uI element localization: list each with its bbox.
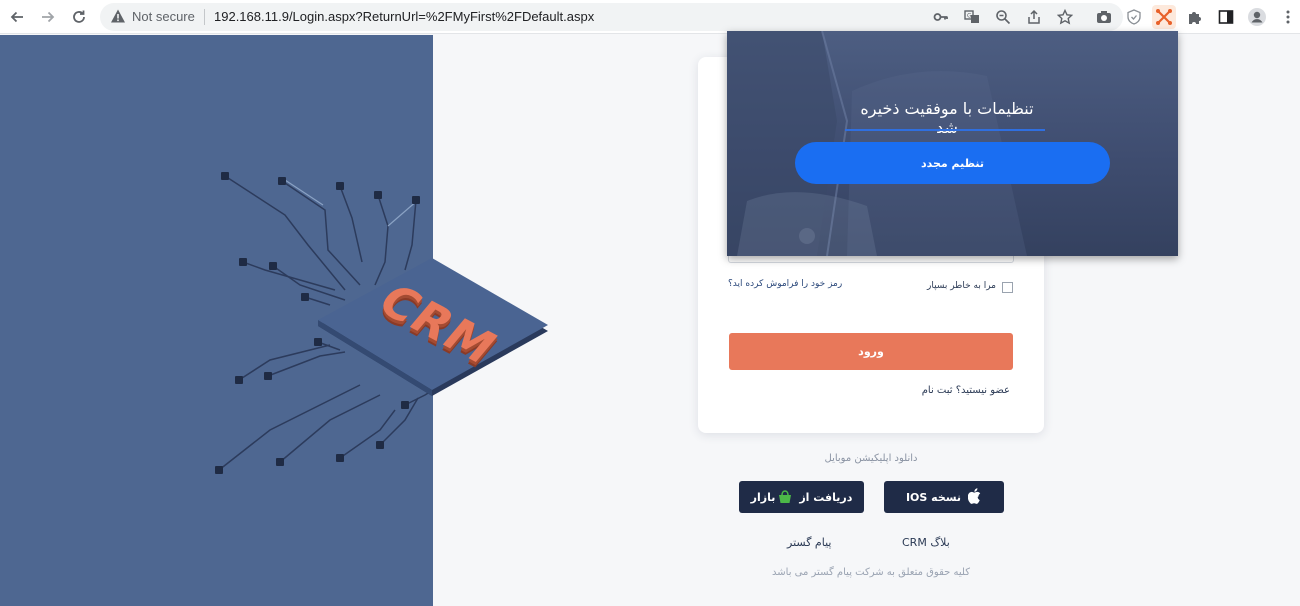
apple-icon — [967, 487, 982, 507]
omnibox-divider — [204, 9, 205, 25]
reload-icon[interactable] — [67, 5, 91, 29]
message-underline — [845, 129, 1045, 131]
payamgostar-link[interactable]: پیام گستر — [787, 536, 831, 549]
url-text[interactable]: 192.168.11.9/Login.aspx?ReturnUrl=%2FMyF… — [214, 9, 594, 24]
bazaar-button-label: دریافت از — [799, 490, 853, 504]
remember-me-label: مرا به خاطر بسپار — [927, 281, 996, 291]
crm-blog-link[interactable]: بلاگ CRM — [902, 536, 950, 549]
circuit-illustration — [215, 172, 548, 474]
address-bar[interactable]: Not secure 192.168.11.9/Login.aspx?Retur… — [100, 3, 1123, 31]
forward-arrow-icon[interactable] — [36, 5, 60, 29]
copyright-text: کلیه حقوق متعلق به شرکت پیام گستر می باش… — [772, 567, 970, 578]
profile-icon[interactable] — [1245, 5, 1269, 29]
share-icon[interactable] — [1024, 7, 1044, 27]
network-extension-icon[interactable] — [1152, 5, 1176, 29]
bazaar-logo-icon: بازار — [751, 490, 793, 504]
back-arrow-icon[interactable] — [5, 5, 29, 29]
reset-button[interactable]: تنظیم مجدد — [795, 142, 1110, 184]
svg-text:G: G — [967, 13, 972, 20]
mobile-download-label: دانلود اپلیکیشن موبایل — [824, 453, 918, 464]
warning-icon — [110, 8, 126, 24]
ios-button-label: نسخه IOS — [905, 490, 962, 504]
menu-icon[interactable] — [1276, 5, 1300, 29]
remember-me-checkbox[interactable] — [1002, 282, 1013, 293]
bazaar-logo-text: بازار — [750, 490, 776, 504]
security-status[interactable]: Not secure — [132, 9, 195, 24]
browser-toolbar: Not secure 192.168.11.9/Login.aspx?Retur… — [0, 0, 1300, 34]
bazaar-download-button[interactable]: دریافت از بازار — [739, 481, 864, 513]
zoom-icon[interactable] — [993, 7, 1013, 27]
translate-icon[interactable]: G — [962, 7, 982, 27]
ios-download-button[interactable]: نسخه IOS — [884, 481, 1004, 513]
login-button[interactable]: ورود — [729, 333, 1013, 370]
camera-icon[interactable] — [1092, 5, 1116, 29]
side-panel-icon[interactable] — [1214, 5, 1238, 29]
forgot-password-link[interactable]: رمز خود را فراموش کرده اید؟ — [728, 279, 842, 289]
puzzle-icon[interactable] — [1183, 5, 1207, 29]
settings-saved-popup: تنظیمات با موفقیت ذخیره شد تنظیم مجدد — [727, 31, 1178, 256]
crm-illustration-panel: CRM — [0, 35, 548, 606]
star-icon[interactable] — [1055, 7, 1075, 27]
settings-saved-message: تنظیمات با موفقیت ذخیره شد — [860, 99, 1034, 137]
shield-icon[interactable] — [1122, 5, 1146, 29]
register-link[interactable]: عضو نیستید؟ ثبت نام — [878, 385, 1010, 396]
key-icon[interactable] — [931, 7, 951, 27]
